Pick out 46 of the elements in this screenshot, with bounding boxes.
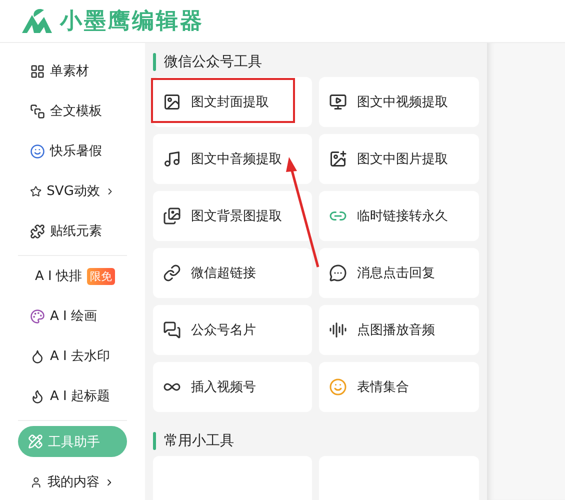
tool-card[interactable]: 微信超链接 [153,248,312,298]
sidebar-item[interactable]: 快乐暑假 [18,131,127,171]
sidebar-item[interactable]: 全文模板 [18,91,127,131]
tool-card[interactable]: 图文中视频提取 [319,77,479,127]
logo-text: 小墨鹰编辑器 [60,8,204,36]
tool-card[interactable]: 图文中音频提取 [153,134,312,184]
sidebar-item[interactable]: 我的内容 [18,462,127,500]
sidebar-item[interactable]: A I 快排 限免 [18,256,127,296]
tool-card[interactable]: 临时链接转永久 [319,191,479,241]
chat-icon [163,321,181,339]
sidebar-item[interactable]: SVG动效 [18,171,127,211]
droplet-icon [30,348,45,364]
section-title: 常用小工具 [164,432,234,450]
sidebar-item[interactable]: 单素材 [18,51,127,91]
link-icon [163,264,181,282]
tool-card[interactable]: 表情集合 [319,362,479,412]
chat-icon [329,264,347,282]
tool-card[interactable]: 图文中图片提取 [319,134,479,184]
sidebar-item[interactable]: A I 起标题 [18,376,127,416]
image-icon [163,93,181,111]
tool-card[interactable]: 公众号名片 [153,305,312,355]
puzzle-icon [30,224,45,238]
section-title: 微信公众号工具 [164,53,262,71]
free-badge: 限免 [87,268,115,284]
smile-icon [329,378,347,396]
music-icon [163,150,181,168]
palette-icon [30,308,45,324]
image-plus-icon [329,150,347,168]
audio-icon [329,321,347,339]
tool-card[interactable]: 图文背景图提取 [153,191,312,241]
ruler-icon [28,434,43,449]
star-icon [30,184,42,198]
images-icon [163,207,181,225]
logo-icon [20,7,54,35]
sidebar-item[interactable]: 贴纸元素 [18,211,127,251]
video-icon [329,93,347,111]
tool-card[interactable]: 插入视频号 [153,362,312,412]
tool-card[interactable]: 图文封面提取 [153,77,312,127]
flame-icon [30,388,45,404]
layout-icon [30,104,45,118]
sidebar-item[interactable]: A I 去水印 [18,336,127,376]
tool-card[interactable]: 点图播放音频 [319,305,479,355]
sidebar-item[interactable]: A I 绘画 [18,296,127,336]
tool-card[interactable]: 消息点击回复 [319,248,479,298]
grid-icon [30,64,45,78]
user-icon [30,474,42,490]
